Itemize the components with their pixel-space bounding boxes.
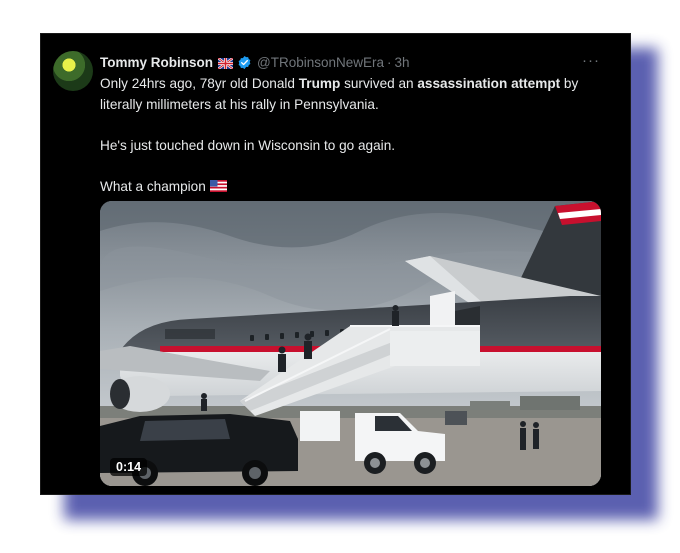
us-flag-icon [209, 178, 227, 192]
tweet-text-bold-assassination: assassination attempt [417, 76, 561, 91]
tweet-header: Tommy Robinson @TRobinsonNewEra · 3h [100, 52, 410, 72]
more-options-icon[interactable]: ··· [582, 52, 600, 69]
tweet-paragraph-1: Only 24hrs ago, 78yr old Donald Trump su… [100, 74, 615, 115]
display-name[interactable]: Tommy Robinson [100, 55, 213, 70]
tweet-text-segment: survived an [340, 76, 418, 91]
tweet-text-bold-trump: Trump [298, 76, 341, 91]
video-player[interactable]: 0:14 [100, 201, 601, 486]
header-separator: · [387, 54, 392, 70]
screenshot-stage: Tommy Robinson @TRobinsonNewEra · 3h ···… [0, 0, 680, 553]
tweet-paragraph-3: What a champion [100, 177, 615, 198]
avatar[interactable] [53, 51, 93, 91]
tweet-paragraph-2: He's just touched down in Wisconsin to g… [100, 137, 396, 153]
uk-flag-icon [217, 56, 234, 70]
tweet-text-segment: Only 24hrs ago, 78yr old Donald [100, 76, 299, 91]
video-frame-image [100, 201, 601, 486]
tweet-timestamp[interactable]: 3h [395, 55, 410, 70]
tweet-text-segment: What a champion [100, 178, 206, 194]
verified-badge-icon [237, 55, 252, 70]
video-duration: 0:14 [110, 458, 148, 476]
user-handle[interactable]: @TRobinsonNewEra [257, 55, 384, 70]
tweet-card[interactable]: Tommy Robinson @TRobinsonNewEra · 3h ···… [41, 34, 630, 494]
tweet-body: Only 24hrs ago, 78yr old Donald Trump su… [100, 74, 615, 197]
